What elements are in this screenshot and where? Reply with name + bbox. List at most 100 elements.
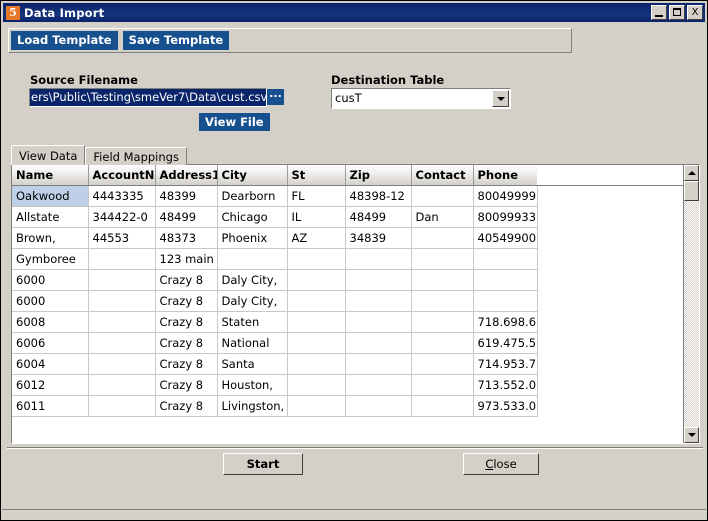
table-cell[interactable] (411, 374, 474, 396)
table-cell[interactable]: 6006 (12, 332, 89, 354)
table-row[interactable]: 6006 Crazy 8 National 619.475.5 (12, 332, 538, 354)
column-header-st[interactable]: St (287, 165, 346, 186)
table-row[interactable]: 6012 Crazy 8 Houston, 713.552.0 (12, 374, 538, 396)
close-window-button[interactable]: X (687, 5, 703, 20)
browse-button[interactable]: ... (267, 88, 284, 105)
table-cell[interactable]: Crazy 8 (155, 269, 218, 291)
table-cell[interactable]: Crazy 8 (155, 374, 218, 396)
table-cell[interactable]: 48373 (155, 227, 218, 249)
table-cell[interactable] (473, 269, 538, 291)
table-cell[interactable] (411, 269, 474, 291)
table-cell[interactable]: 619.475.5 (473, 332, 538, 354)
scroll-up-button[interactable] (684, 165, 699, 181)
table-cell[interactable]: National (217, 332, 288, 354)
source-filename-input[interactable]: ers\Public\Testing\smeVer7\Data\cust.csv (29, 88, 267, 107)
table-cell[interactable]: Allstate (12, 206, 89, 228)
table-row[interactable]: Gymboree 123 main (12, 248, 538, 270)
scrollbar-thumb[interactable] (684, 181, 699, 201)
table-cell[interactable]: FL (287, 185, 346, 207)
table-cell[interactable]: Brown, (12, 227, 89, 249)
table-cell[interactable] (287, 290, 346, 312)
table-cell[interactable]: 718.698.6 (473, 311, 538, 333)
table-cell[interactable]: Dan (411, 206, 474, 228)
view-file-button[interactable]: View File (199, 113, 270, 131)
table-cell[interactable] (411, 311, 474, 333)
table-cell[interactable] (345, 248, 412, 270)
table-cell[interactable] (88, 290, 156, 312)
table-cell[interactable]: 713.552.0 (473, 374, 538, 396)
table-row[interactable]: 6000 Crazy 8 Daly City, (12, 269, 538, 291)
table-cell[interactable] (411, 332, 474, 354)
table-cell[interactable]: 973.533.0 (473, 395, 538, 417)
table-row[interactable]: 6011 Crazy 8 Livingston, 973.533.0 (12, 395, 538, 417)
table-cell[interactable] (287, 332, 346, 354)
scroll-down-button[interactable] (684, 427, 699, 443)
column-header-address1[interactable]: Address1 (155, 165, 218, 186)
table-cell[interactable] (88, 353, 156, 375)
table-cell[interactable] (88, 332, 156, 354)
table-cell[interactable]: 34839 (345, 227, 412, 249)
table-cell[interactable]: Daly City, (217, 290, 288, 312)
table-cell[interactable] (345, 290, 412, 312)
table-cell[interactable] (287, 374, 346, 396)
destination-table-select[interactable]: cusT (331, 88, 511, 109)
tab-view-data[interactable]: View Data (11, 145, 86, 165)
scrollbar-track[interactable] (684, 201, 699, 427)
table-cell[interactable]: Staten (217, 311, 288, 333)
table-cell[interactable]: 6012 (12, 374, 89, 396)
table-cell[interactable] (217, 248, 288, 270)
table-cell[interactable] (411, 353, 474, 375)
table-cell[interactable] (411, 290, 474, 312)
table-cell[interactable]: Crazy 8 (155, 353, 218, 375)
column-header-phone[interactable]: Phone (473, 165, 538, 186)
table-cell[interactable]: Daly City, (217, 269, 288, 291)
table-cell[interactable]: 40549900 (473, 227, 538, 249)
table-cell[interactable] (345, 353, 412, 375)
table-cell[interactable] (345, 269, 412, 291)
table-cell[interactable] (88, 395, 156, 417)
table-cell[interactable] (287, 248, 346, 270)
table-cell[interactable] (411, 248, 474, 270)
table-cell[interactable]: 80099933 (473, 206, 538, 228)
table-cell[interactable]: Gymboree (12, 248, 89, 270)
column-header-name[interactable]: Name (12, 165, 89, 186)
table-cell[interactable] (287, 311, 346, 333)
table-cell[interactable]: 123 main (155, 248, 218, 270)
table-cell[interactable] (345, 332, 412, 354)
table-cell[interactable] (473, 290, 538, 312)
column-header-zip[interactable]: Zip (345, 165, 412, 186)
table-row[interactable]: 6008 Crazy 8 Staten 718.698.6 (12, 311, 538, 333)
table-cell[interactable]: 4443335 (88, 185, 156, 207)
table-cell[interactable]: Crazy 8 (155, 332, 218, 354)
table-row[interactable]: Oakwood 4443335 48399 Dearborn FL 48398-12 800… (12, 185, 538, 207)
table-cell[interactable]: Santa (217, 353, 288, 375)
table-cell[interactable]: Chicago (217, 206, 288, 228)
table-cell[interactable]: Livingston, (217, 395, 288, 417)
minimize-button[interactable] (651, 5, 667, 20)
table-cell[interactable] (88, 248, 156, 270)
load-template-button[interactable]: Load Template (11, 31, 118, 50)
table-cell[interactable] (345, 374, 412, 396)
table-cell[interactable]: Oakwood (12, 185, 89, 207)
table-row[interactable]: 6004 Crazy 8 Santa 714.953.7 (12, 353, 538, 375)
table-cell[interactable] (345, 311, 412, 333)
table-cell[interactable]: 48499 (345, 206, 412, 228)
tab-field-mappings[interactable]: Field Mappings (85, 147, 187, 165)
table-cell[interactable]: Dearborn (217, 185, 288, 207)
start-button[interactable]: Start (223, 453, 303, 475)
table-cell[interactable]: 6011 (12, 395, 89, 417)
table-cell[interactable]: 6000 (12, 290, 89, 312)
table-cell[interactable]: 6004 (12, 353, 89, 375)
table-cell[interactable]: Crazy 8 (155, 395, 218, 417)
column-header-accountn[interactable]: AccountN (88, 165, 156, 186)
table-cell[interactable] (88, 311, 156, 333)
table-cell[interactable]: IL (287, 206, 346, 228)
table-cell[interactable]: 48399 (155, 185, 218, 207)
table-cell[interactable] (287, 395, 346, 417)
chevron-down-icon[interactable] (492, 90, 509, 107)
table-cell[interactable] (411, 395, 474, 417)
table-cell[interactable] (287, 269, 346, 291)
table-cell[interactable]: 714.953.7 (473, 353, 538, 375)
table-cell[interactable]: Crazy 8 (155, 290, 218, 312)
column-header-contact[interactable]: Contact (411, 165, 474, 186)
